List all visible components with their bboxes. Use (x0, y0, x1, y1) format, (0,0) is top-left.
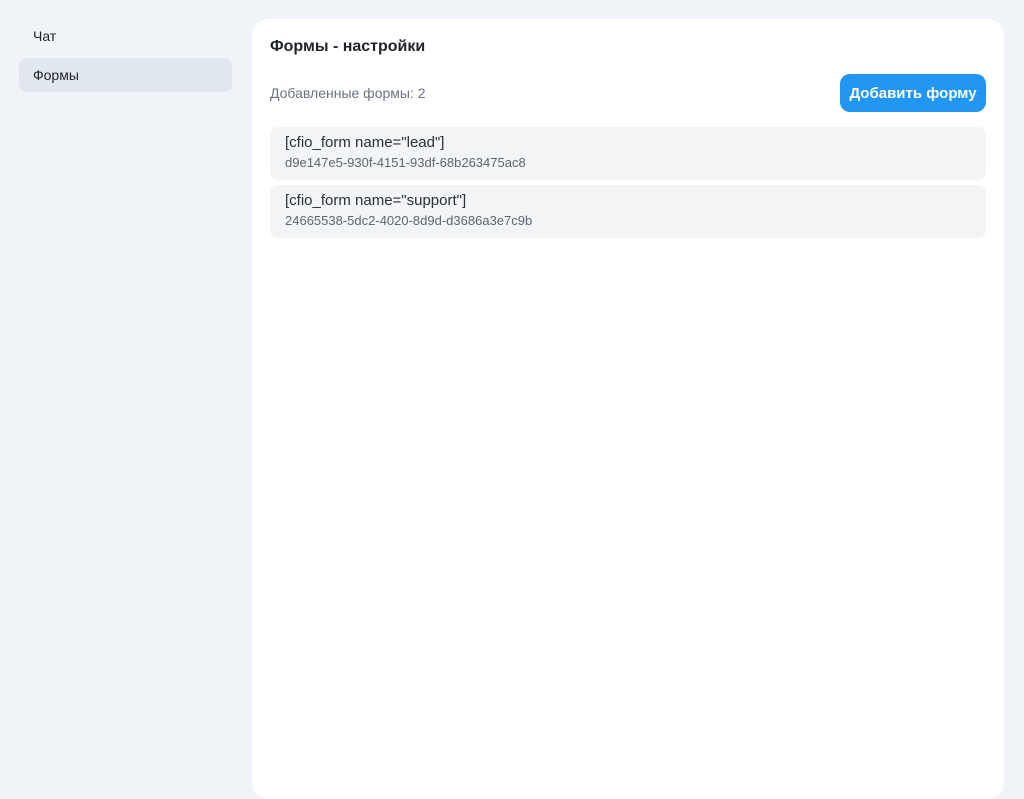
forms-count: Добавленные формы: 2 (270, 85, 426, 101)
form-shortcode: [cfio_form name="lead"] (285, 134, 445, 151)
forms-settings-panel: Формы - настройки Добавленные формы: 2 Д… (252, 19, 1004, 799)
form-id: 24665538-5dc2-4020-8d9d-d3686a3e7c9b (285, 213, 533, 228)
form-shortcode: [cfio_form name="support"] (285, 192, 467, 209)
list-item[interactable]: [cfio_form name="support"] 24665538-5dc2… (270, 185, 986, 238)
form-id: d9e147e5-930f-4151-93df-68b263475ac8 (285, 155, 526, 170)
list-item[interactable]: [cfio_form name="lead"] d9e147e5-930f-41… (270, 127, 986, 180)
sidebar-item-chat[interactable]: Чат (19, 19, 232, 53)
page-title: Формы - настройки (270, 38, 426, 55)
sidebar-item-forms[interactable]: Формы (19, 58, 232, 92)
add-form-button[interactable]: Добавить форму (840, 74, 986, 112)
